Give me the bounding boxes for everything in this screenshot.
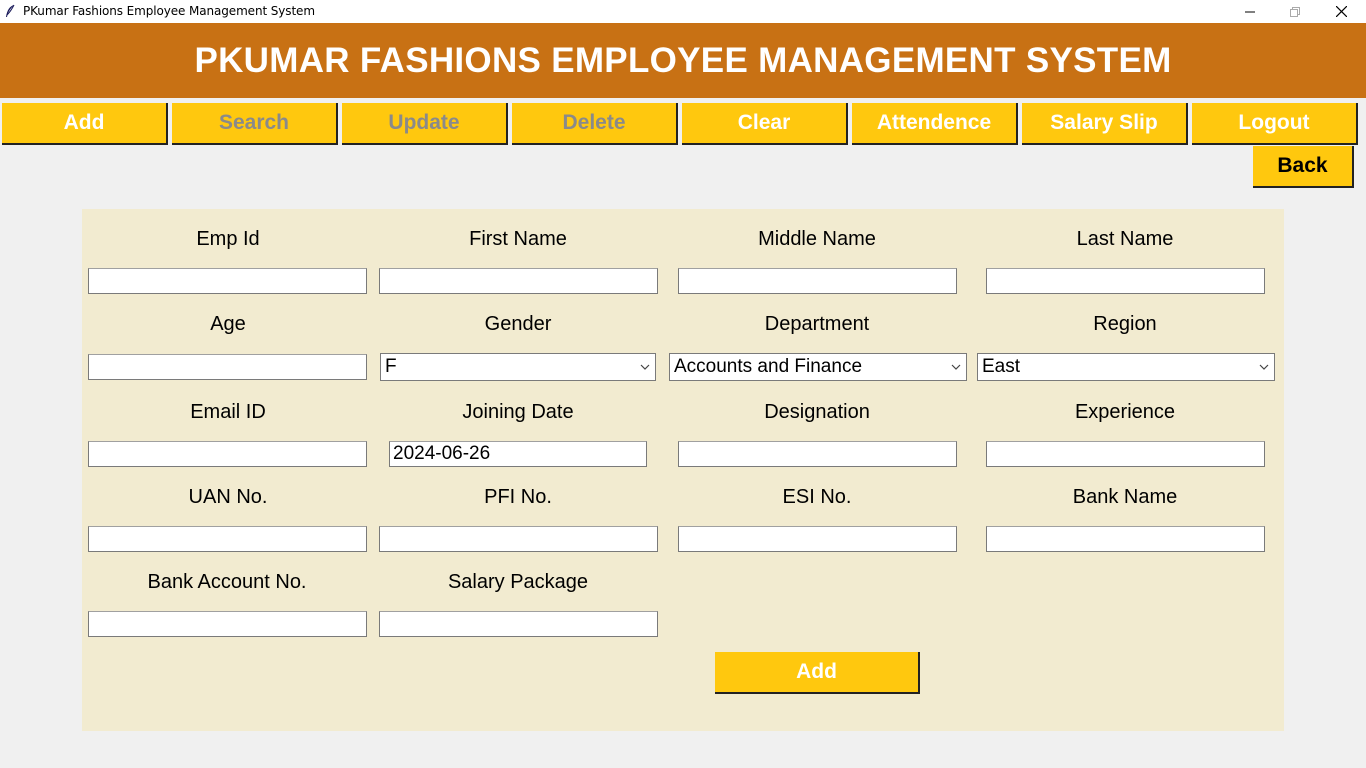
add-employee-button[interactable]: Add bbox=[715, 652, 920, 694]
region-label: Region bbox=[1093, 313, 1157, 335]
toolbar-delete-button[interactable]: Delete bbox=[512, 103, 678, 145]
esi-field[interactable] bbox=[678, 526, 957, 552]
experience-field[interactable] bbox=[986, 441, 1265, 467]
department-label: Department bbox=[764, 313, 870, 335]
feather-icon bbox=[6, 4, 15, 17]
emp-id-label: Emp Id bbox=[196, 228, 260, 250]
age-field[interactable] bbox=[88, 354, 367, 380]
last-name-field[interactable] bbox=[986, 268, 1265, 294]
chevron-down-icon bbox=[951, 364, 961, 370]
bank-name-label: Bank Name bbox=[1072, 486, 1178, 508]
department-select[interactable]: Accounts and Finance bbox=[669, 353, 967, 381]
first-name-field[interactable] bbox=[379, 268, 658, 294]
gender-select[interactable]: F bbox=[380, 353, 656, 381]
chevron-down-icon bbox=[1259, 364, 1269, 370]
age-label: Age bbox=[210, 313, 246, 335]
toolbar-attendence-button[interactable]: Attendence bbox=[852, 103, 1018, 145]
chevron-down-icon bbox=[640, 364, 650, 370]
first-name-label: First Name bbox=[469, 228, 567, 250]
minimize-icon bbox=[1245, 11, 1255, 12]
page-title: PKUMAR FASHIONS EMPLOYEE MANAGEMENT SYST… bbox=[194, 40, 1172, 80]
middle-name-field[interactable] bbox=[678, 268, 957, 294]
region-select-value: East bbox=[982, 356, 1021, 377]
back-button[interactable]: Back bbox=[1253, 146, 1354, 188]
experience-label: Experience bbox=[1074, 401, 1176, 423]
window-titlebar: PKumar Fashions Employee Management Syst… bbox=[0, 0, 1366, 23]
esi-label: ESI No. bbox=[782, 486, 852, 508]
bank-name-field[interactable] bbox=[986, 526, 1265, 552]
joining-date-label: Joining Date bbox=[462, 401, 574, 423]
toolbar-add-button[interactable]: Add bbox=[2, 103, 168, 145]
close-icon bbox=[1335, 6, 1347, 17]
region-select[interactable]: East bbox=[977, 353, 1275, 381]
email-label: Email ID bbox=[190, 401, 266, 423]
toolbar-salary-slip-button[interactable]: Salary Slip bbox=[1022, 103, 1188, 145]
close-button[interactable] bbox=[1318, 0, 1364, 23]
bank-account-label: Bank Account No. bbox=[147, 571, 307, 593]
window-title: PKumar Fashions Employee Management Syst… bbox=[23, 4, 315, 18]
uan-label: UAN No. bbox=[188, 486, 268, 508]
designation-label: Designation bbox=[764, 401, 870, 423]
toolbar-update-button[interactable]: Update bbox=[342, 103, 508, 145]
header-banner: PKUMAR FASHIONS EMPLOYEE MANAGEMENT SYST… bbox=[0, 23, 1366, 98]
salary-package-label: Salary Package bbox=[447, 571, 589, 593]
last-name-label: Last Name bbox=[1076, 228, 1174, 250]
maximize-button[interactable] bbox=[1272, 0, 1318, 23]
bank-account-field[interactable] bbox=[88, 611, 367, 637]
uan-field[interactable] bbox=[88, 526, 367, 552]
department-select-value: Accounts and Finance bbox=[674, 356, 863, 377]
email-field[interactable] bbox=[88, 441, 367, 467]
pfi-label: PFI No. bbox=[484, 486, 552, 508]
joining-date-field[interactable]: 2024-06-26 bbox=[389, 441, 647, 467]
emp-id-field[interactable] bbox=[88, 268, 367, 294]
gender-select-value: F bbox=[385, 356, 397, 377]
toolbar-logout-button[interactable]: Logout bbox=[1192, 103, 1358, 145]
maximize-icon bbox=[1290, 6, 1300, 17]
pfi-field[interactable] bbox=[379, 526, 658, 552]
designation-field[interactable] bbox=[678, 441, 957, 467]
salary-package-field[interactable] bbox=[379, 611, 658, 637]
toolbar-clear-button[interactable]: Clear bbox=[682, 103, 848, 145]
toolbar-search-button[interactable]: Search bbox=[172, 103, 338, 145]
middle-name-label: Middle Name bbox=[758, 228, 876, 250]
minimize-button[interactable] bbox=[1227, 0, 1273, 23]
gender-label: Gender bbox=[484, 313, 552, 335]
